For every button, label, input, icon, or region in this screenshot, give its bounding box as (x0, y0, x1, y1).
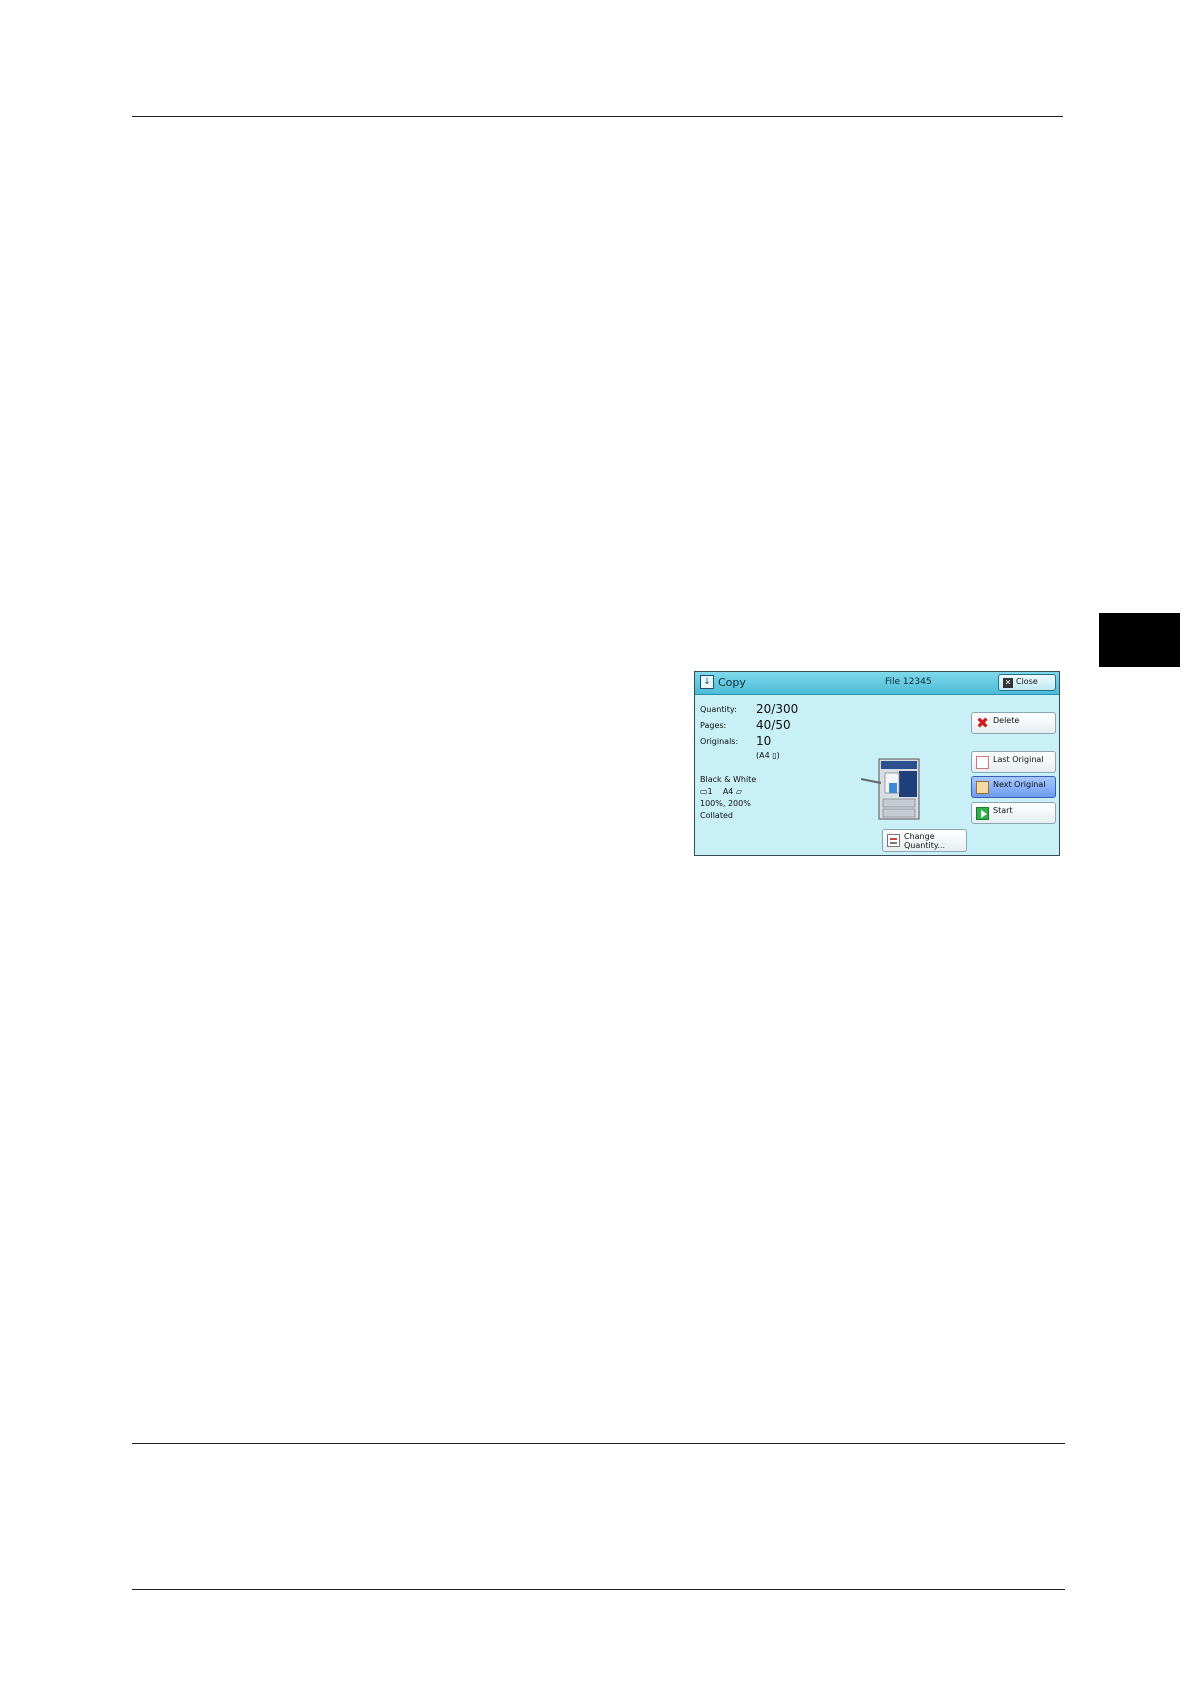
quantity-value: 20/300 (756, 702, 799, 716)
start-label: Start (993, 806, 1013, 815)
originals-label: Originals: (700, 737, 739, 746)
setting-reduce-enlarge: 100%, 200% (700, 799, 751, 808)
next-original-label: Next Original (993, 780, 1046, 789)
pages-value: 40/50 (756, 718, 791, 732)
delete-x-icon: ✖ (976, 714, 989, 732)
close-icon: ✕ (1003, 678, 1013, 688)
change-quantity-line2: Quantity... (904, 841, 946, 850)
change-quantity-line1: Change (904, 832, 935, 841)
last-original-label: Last Original (993, 755, 1044, 764)
close-button[interactable]: ✕ Close (998, 674, 1056, 691)
originals-size: (A4 ▯) (756, 751, 780, 760)
header-rule (132, 116, 1063, 117)
setting-color-mode: Black & White (700, 775, 757, 784)
pages-label: Pages: (700, 721, 727, 730)
start-button[interactable]: Start (971, 802, 1056, 824)
footer-rule-upper (132, 1443, 1065, 1444)
chapter-tab-marker (1099, 613, 1180, 667)
start-play-icon (976, 807, 989, 820)
next-original-icon (976, 781, 989, 794)
setting-output: Collated (700, 811, 733, 820)
download-icon: ↓ (700, 675, 714, 689)
originals-value: 10 (756, 734, 772, 748)
panel-title: Copy (718, 676, 746, 689)
copy-job-panel: ↓ Copy File 12345 ✕ Close Quantity: 20/3… (694, 671, 1060, 856)
delete-label: Delete (993, 716, 1020, 725)
page-icon (976, 756, 989, 769)
quantity-label: Quantity: (700, 705, 737, 714)
list-icon (887, 834, 900, 847)
footer-rule-lower (132, 1589, 1065, 1590)
change-quantity-label: Change Quantity... (904, 832, 945, 850)
delete-button[interactable]: ✖ Delete (971, 712, 1056, 734)
setting-paper: ▭1 A4 ▱ (700, 787, 743, 796)
last-original-button[interactable]: Last Original (971, 751, 1056, 773)
file-name: File 12345 (885, 677, 932, 687)
close-label: Close (1016, 677, 1038, 686)
printer-illustration (861, 758, 920, 820)
next-original-button[interactable]: Next Original (971, 776, 1056, 798)
panel-titlebar: ↓ Copy File 12345 ✕ Close (695, 672, 1059, 695)
change-quantity-button[interactable]: Change Quantity... (882, 829, 967, 852)
